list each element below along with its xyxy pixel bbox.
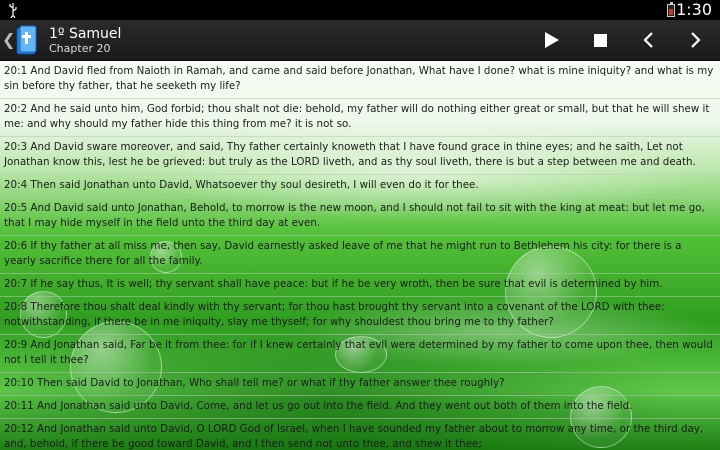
- chevron-left-icon: [643, 32, 653, 48]
- clock: 1:30: [676, 0, 712, 19]
- verse-item[interactable]: 20:9 And Jonathan said, Far be it from t…: [0, 335, 720, 373]
- verse-item[interactable]: 20:5 And David said unto Jonathan, Behol…: [0, 198, 720, 236]
- verse-item[interactable]: 20:12 And Jonathan said unto David, O LO…: [0, 419, 720, 450]
- book-title: 1º Samuel: [49, 26, 122, 42]
- stop-button[interactable]: [576, 20, 624, 60]
- verse-item[interactable]: 20:11 And Jonathan said unto David, Come…: [0, 396, 720, 419]
- chevron-right-icon: [691, 32, 701, 48]
- verse-item[interactable]: 20:10 Then said David to Jonathan, Who s…: [0, 373, 720, 396]
- chapter-subtitle: Chapter 20: [49, 42, 111, 55]
- verse-item[interactable]: 20:6 If thy father at all miss me, then …: [0, 236, 720, 274]
- usb-icon: [8, 2, 18, 22]
- verse-item[interactable]: 20:7 If he say thus, It is well; thy ser…: [0, 274, 720, 297]
- verse-item[interactable]: 20:3 And David sware moreover, and said,…: [0, 137, 720, 175]
- verse-item[interactable]: 20:1 And David fled from Naioth in Ramah…: [0, 61, 720, 99]
- stop-icon: [593, 33, 607, 47]
- verse-item[interactable]: 20:2 And he said unto him, God forbid; t…: [0, 99, 720, 137]
- previous-chapter-button[interactable]: [624, 20, 672, 60]
- status-bar: 1:30: [0, 0, 720, 20]
- verses: 20:1 And David fled from Naioth in Ramah…: [0, 61, 720, 450]
- next-chapter-button[interactable]: [672, 20, 720, 60]
- battery-icon: [667, 2, 675, 17]
- play-icon: [545, 32, 559, 48]
- verse-item[interactable]: 20:8 Therefore thou shalt deal kindly wi…: [0, 297, 720, 335]
- verse-list[interactable]: 20:1 And David fled from Naioth in Ramah…: [0, 61, 720, 450]
- verse-item[interactable]: 20:4 Then said Jonathan unto David, What…: [0, 175, 720, 198]
- play-button[interactable]: [528, 20, 576, 60]
- action-bar: ❮ 1º Samuel Chapter 20: [0, 20, 720, 61]
- bible-app-icon[interactable]: [14, 24, 40, 57]
